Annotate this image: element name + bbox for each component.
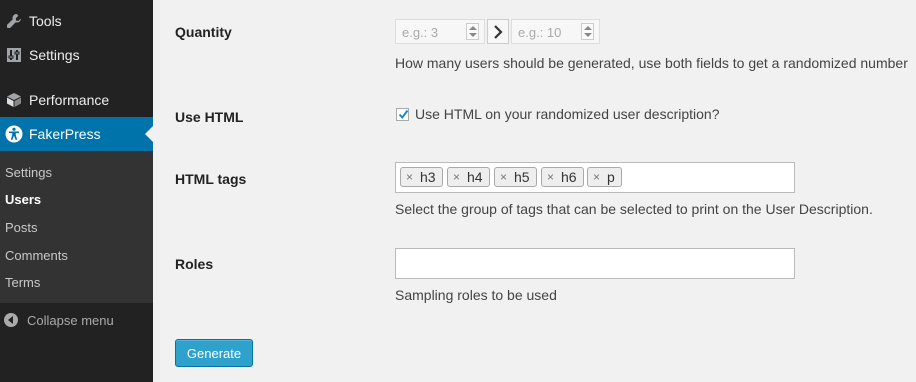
- sidebar-item-label: Performance: [29, 92, 110, 108]
- active-menu-arrow: [145, 126, 153, 142]
- html-tags-select[interactable]: × h3 × h4 × h5 × h6 × p: [395, 162, 795, 193]
- quantity-max-spinner[interactable]: [581, 23, 594, 40]
- quantity-min-input[interactable]: e.g.: 3: [395, 19, 485, 44]
- roles-select[interactable]: [395, 248, 795, 279]
- sidebar-item-label: Settings: [29, 47, 80, 63]
- remove-tag-icon[interactable]: ×: [547, 170, 554, 184]
- universal-access-icon: [5, 125, 23, 143]
- generate-button[interactable]: Generate: [175, 339, 253, 367]
- quantity-label: Quantity: [175, 24, 232, 40]
- sidebar-item-tools[interactable]: Tools: [0, 4, 153, 38]
- sidebar-item-settings[interactable]: Settings: [0, 38, 153, 72]
- submenu-item-terms[interactable]: Terms: [5, 275, 40, 290]
- collapse-menu-button[interactable]: Collapse menu: [0, 308, 153, 334]
- remove-tag-icon[interactable]: ×: [500, 170, 507, 184]
- quantity-max-input[interactable]: e.g.: 10: [511, 19, 600, 44]
- quantity-min-placeholder: e.g.: 3: [402, 25, 439, 40]
- quantity-max-placeholder: e.g.: 10: [518, 25, 562, 40]
- admin-sidebar: Tools Settings Performance FakerPress Se…: [0, 0, 153, 382]
- wrench-icon: [5, 12, 23, 30]
- remove-tag-icon[interactable]: ×: [406, 170, 413, 184]
- quantity-description: How many users should be generated, use …: [395, 55, 908, 71]
- roles-label: Roles: [175, 256, 214, 272]
- tag-chip-h6[interactable]: × h6: [541, 167, 584, 187]
- submenu-item-posts[interactable]: Posts: [5, 220, 38, 235]
- settings-sliders-icon: [5, 46, 23, 64]
- sidebar-item-label: FakerPress: [29, 126, 101, 142]
- fakerpress-submenu: Settings Users Posts Comments Terms: [0, 151, 153, 303]
- html-tags-label: HTML tags: [175, 171, 247, 187]
- range-separator-icon: [487, 19, 509, 44]
- submenu-item-settings[interactable]: Settings: [5, 165, 52, 180]
- roles-description: Sampling roles to be used: [395, 287, 557, 303]
- html-tags-description: Select the group of tags that can be sel…: [395, 201, 873, 217]
- checkmark-icon: [398, 109, 409, 120]
- use-html-label: Use HTML: [175, 109, 244, 125]
- collapse-menu-label: Collapse menu: [27, 313, 114, 328]
- remove-tag-icon[interactable]: ×: [593, 170, 600, 184]
- sidebar-item-label: Tools: [29, 13, 62, 29]
- tag-chip-h4[interactable]: × h4: [447, 167, 490, 187]
- collapse-arrow-icon: [3, 312, 19, 331]
- sidebar-item-performance[interactable]: Performance: [0, 83, 153, 117]
- remove-tag-icon[interactable]: ×: [453, 170, 460, 184]
- tag-chip-h5[interactable]: × h5: [494, 167, 537, 187]
- sidebar-item-fakerpress[interactable]: FakerPress: [0, 117, 153, 151]
- use-html-checkbox[interactable]: [396, 108, 409, 121]
- submenu-item-users[interactable]: Users: [5, 192, 41, 207]
- tag-chip-h3[interactable]: × h3: [400, 167, 443, 187]
- performance-icon: [5, 91, 23, 109]
- tag-chip-p[interactable]: × p: [587, 167, 622, 187]
- use-html-checkbox-label[interactable]: Use HTML on your randomized user descrip…: [415, 106, 720, 122]
- submenu-item-comments[interactable]: Comments: [5, 248, 68, 263]
- quantity-min-spinner[interactable]: [466, 23, 479, 40]
